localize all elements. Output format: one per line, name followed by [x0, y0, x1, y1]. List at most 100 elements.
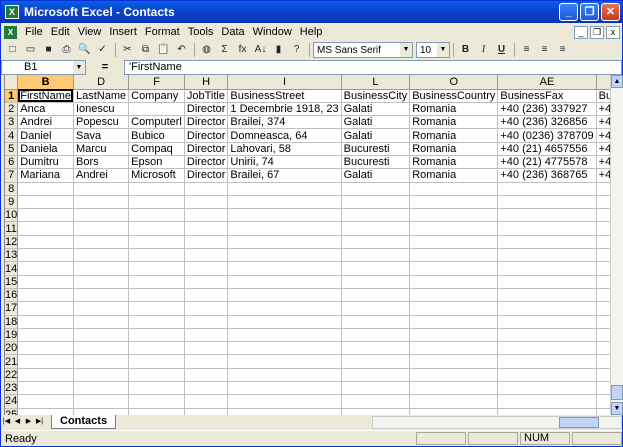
cell[interactable]: +40 (21) 4775578	[497, 155, 597, 170]
hyperlink-icon[interactable]: ◍	[198, 42, 215, 58]
cell[interactable]: JobTitle	[184, 89, 229, 103]
cell[interactable]: LastName	[73, 89, 130, 103]
cell[interactable]: Director	[184, 115, 229, 130]
align-right-icon[interactable]: ≡	[554, 42, 571, 58]
cell[interactable]	[227, 408, 342, 415]
cell[interactable]	[227, 354, 342, 369]
cell[interactable]: FirstName	[17, 89, 74, 103]
column-header[interactable]: AE	[497, 75, 597, 90]
cell[interactable]	[184, 208, 229, 223]
cell[interactable]	[227, 315, 342, 329]
cell[interactable]	[184, 315, 229, 329]
cell[interactable]	[497, 368, 597, 383]
row-header[interactable]: 2	[5, 102, 19, 117]
cell[interactable]	[184, 394, 229, 409]
cell[interactable]: Unirii, 74	[227, 155, 342, 170]
cell[interactable]	[128, 235, 185, 250]
cell[interactable]	[73, 261, 130, 276]
column-header[interactable]	[596, 75, 610, 90]
cell[interactable]	[17, 261, 74, 276]
column-header[interactable]: F	[128, 75, 185, 90]
cell[interactable]	[227, 275, 342, 289]
cell[interactable]	[409, 288, 499, 303]
cell[interactable]	[73, 182, 130, 196]
cell[interactable]	[596, 381, 610, 396]
cell[interactable]	[409, 328, 499, 343]
cell[interactable]: Epson	[128, 155, 185, 170]
cell[interactable]	[17, 195, 74, 210]
cell[interactable]	[227, 288, 342, 303]
row-header[interactable]: 15	[5, 275, 19, 289]
cell[interactable]: BusinessStreet	[227, 89, 342, 103]
cell[interactable]: +40 (2	[596, 168, 610, 183]
first-sheet-icon[interactable]: |◀	[1, 416, 12, 428]
cell[interactable]: Computerl	[128, 115, 185, 130]
sort-icon[interactable]: A↓	[252, 42, 269, 58]
cell[interactable]	[409, 248, 499, 263]
cell[interactable]	[497, 195, 597, 210]
cell[interactable]	[17, 408, 74, 415]
cell[interactable]: Microsoft	[128, 168, 185, 183]
sheet-tab-contacts[interactable]: Contacts	[51, 415, 117, 429]
cell[interactable]	[128, 208, 185, 223]
cell[interactable]	[341, 235, 411, 250]
cell[interactable]: Romania	[409, 142, 499, 156]
column-header[interactable]: D	[73, 75, 130, 90]
cell[interactable]	[596, 354, 610, 369]
row-header[interactable]: 4	[5, 128, 19, 143]
cell[interactable]	[341, 301, 411, 316]
row-header[interactable]: 18	[5, 315, 19, 329]
cell[interactable]	[227, 301, 342, 316]
cell[interactable]	[73, 221, 130, 236]
close-button[interactable]: ✕	[601, 3, 620, 21]
new-icon[interactable]: □	[4, 42, 21, 58]
save-icon[interactable]: ■	[40, 42, 57, 58]
cell[interactable]	[128, 182, 185, 196]
cell[interactable]	[184, 235, 229, 250]
scroll-up-icon[interactable]: ▲	[611, 75, 623, 88]
cell[interactable]	[341, 328, 411, 343]
cell[interactable]: Bucuresti	[341, 155, 411, 170]
cell[interactable]	[341, 368, 411, 383]
cell[interactable]	[497, 275, 597, 289]
cell[interactable]	[73, 235, 130, 250]
cell[interactable]	[341, 381, 411, 396]
cell[interactable]: Busine	[596, 89, 610, 103]
cell[interactable]: +40 (2	[596, 115, 610, 130]
cell[interactable]: Company	[128, 89, 185, 103]
cell[interactable]	[17, 221, 74, 236]
prev-sheet-icon[interactable]: ◀	[12, 416, 23, 428]
cell[interactable]: Lahovari, 58	[227, 142, 342, 156]
menu-file[interactable]: File	[21, 26, 47, 38]
cell[interactable]	[184, 221, 229, 236]
cell[interactable]: Romania	[409, 102, 499, 117]
cell[interactable]	[497, 315, 597, 329]
row-header[interactable]: 14	[5, 261, 19, 276]
cell[interactable]: Bubico	[128, 128, 185, 143]
row-header[interactable]: 3	[5, 115, 19, 130]
cell[interactable]	[596, 235, 610, 250]
cell[interactable]	[17, 288, 74, 303]
cell[interactable]	[497, 328, 597, 343]
cell[interactable]: Galati	[341, 102, 411, 117]
cell[interactable]	[341, 408, 411, 415]
cell[interactable]: Anca	[17, 102, 74, 117]
cell[interactable]	[128, 195, 185, 210]
cell[interactable]	[596, 208, 610, 223]
hscroll-thumb[interactable]	[559, 416, 599, 428]
cell[interactable]	[17, 248, 74, 263]
cell[interactable]	[128, 408, 185, 415]
cell[interactable]	[341, 248, 411, 263]
cell[interactable]: Galati	[341, 168, 411, 183]
cell[interactable]	[184, 341, 229, 356]
cell[interactable]: +40 (0236) 378709	[497, 128, 597, 143]
cell[interactable]: +40 (2	[596, 142, 610, 156]
cell[interactable]	[409, 408, 499, 415]
next-sheet-icon[interactable]: ▶	[23, 416, 34, 428]
cell[interactable]: Domneasca, 64	[227, 128, 342, 143]
cell[interactable]	[184, 182, 229, 196]
menu-window[interactable]: Window	[249, 26, 296, 38]
cell[interactable]: 1 Decembrie 1918, 23	[227, 102, 342, 117]
spelling-icon[interactable]: ✓	[94, 42, 111, 58]
cell[interactable]	[409, 235, 499, 250]
